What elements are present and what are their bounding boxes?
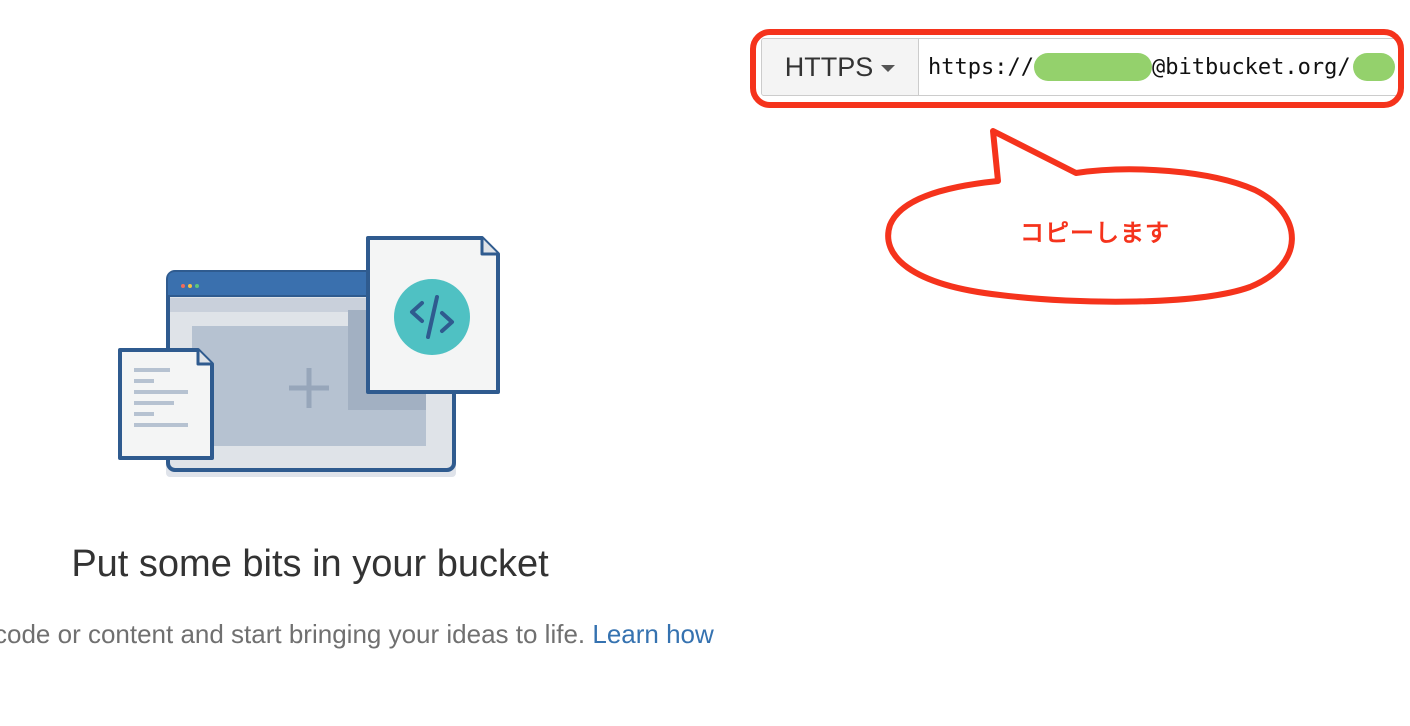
protocol-label: HTTPS bbox=[784, 51, 874, 82]
url-prefix: https:// bbox=[928, 54, 1034, 80]
empty-bucket-illustration bbox=[118, 236, 500, 477]
learn-how-link[interactable]: Learn how bbox=[592, 619, 713, 649]
url-host: @bitbucket.org/ bbox=[1151, 54, 1351, 80]
empty-state-title: Put some bits in your bucket bbox=[71, 543, 549, 585]
empty-state-description-text: code or content and start bringing your … bbox=[0, 619, 586, 649]
annotation-callout-text: コピーします bbox=[1020, 219, 1170, 247]
redacted-username bbox=[1033, 53, 1152, 81]
clone-url-input[interactable]: https:// @bitbucket.org/ bbox=[919, 39, 1399, 95]
chevron-down-icon bbox=[881, 65, 896, 72]
empty-state-description: code or content and start bringing your … bbox=[0, 619, 714, 650]
redacted-repo-name bbox=[1352, 53, 1395, 81]
protocol-dropdown-button[interactable]: HTTPS bbox=[762, 39, 919, 95]
page: HTTPS https:// @bitbucket.org/ コピーします Put… bbox=[0, 0, 1410, 726]
clone-bar: HTTPS https:// @bitbucket.org/ bbox=[761, 38, 1400, 96]
